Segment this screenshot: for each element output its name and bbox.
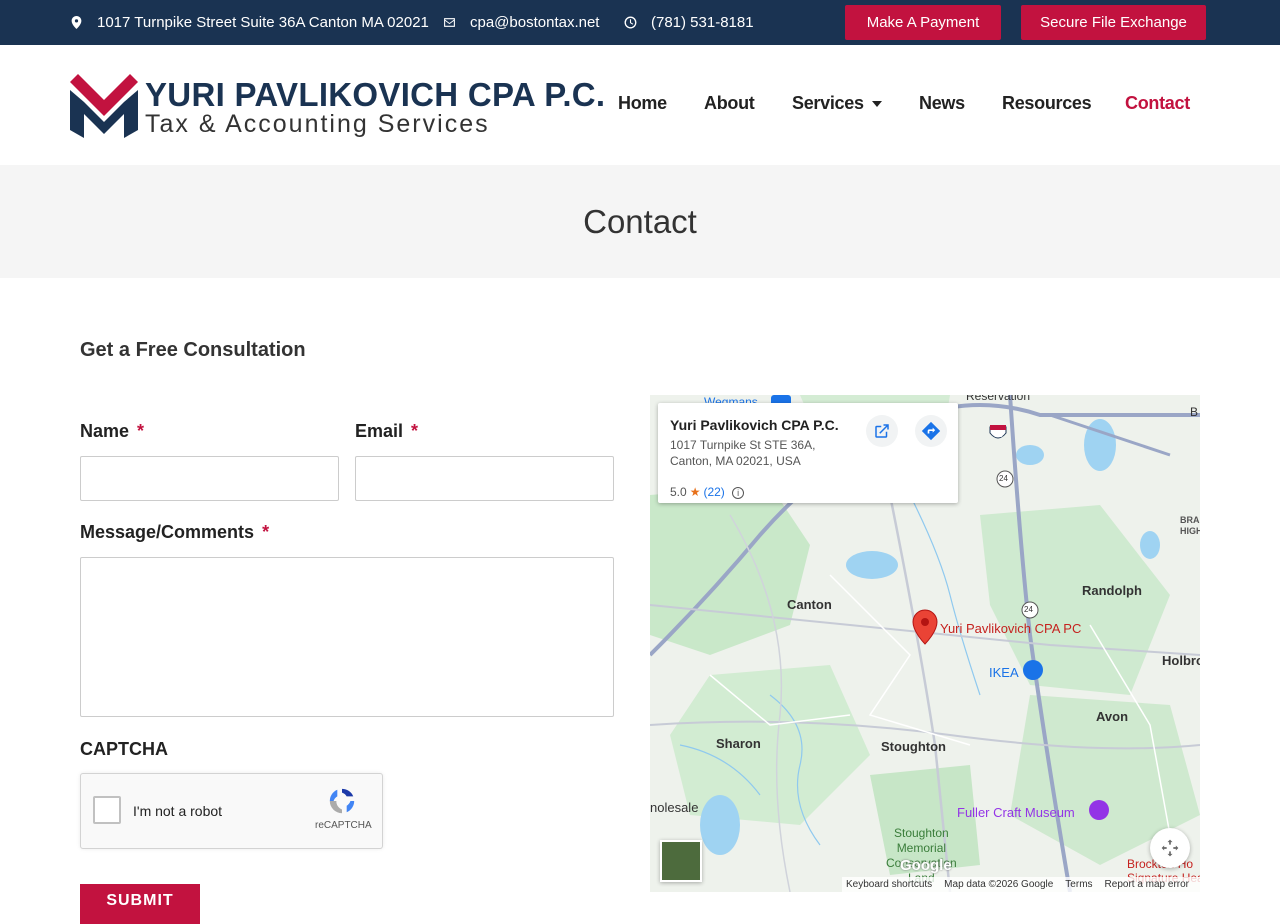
fullscreen-button[interactable] [1150, 828, 1190, 868]
message-textarea[interactable] [80, 557, 614, 717]
email-label-text: Email [355, 421, 404, 441]
email-input[interactable] [355, 456, 614, 501]
secure-file-exchange-button[interactable]: Secure File Exchange [1021, 5, 1206, 40]
form-heading: Get a Free Consultation [80, 339, 306, 361]
fullscreen-icon [1161, 839, 1179, 857]
recaptcha-widget: I'm not a robot reCAPTCHA [80, 773, 383, 849]
review-count-link[interactable]: (22) [703, 485, 724, 499]
map-card-address: 1017 Turnpike St STE 36A, Canton, MA 020… [670, 437, 840, 469]
page-banner: Contact [0, 165, 1280, 278]
google-watermark: Google [900, 857, 952, 874]
name-label: Name * [80, 421, 144, 442]
google-map[interactable]: Wegmans Reservation B Canton Randolph Ho… [650, 395, 1200, 892]
logo-subtitle: Tax & Accounting Services [145, 110, 490, 138]
nav-news[interactable]: News [919, 93, 965, 114]
phone-info[interactable]: (781) 531-8181 [624, 0, 754, 45]
map-footer: Keyboard shortcuts Map data ©2026 Google… [842, 877, 1200, 892]
map-place-fuller[interactable]: Fuller Craft Museum [957, 805, 1075, 820]
map-card-address-line1: 1017 Turnpike St STE 36A, [670, 438, 816, 452]
map-place-sharon: Sharon [716, 736, 761, 751]
clock-icon [624, 16, 637, 29]
make-payment-button[interactable]: Make A Payment [845, 5, 1001, 40]
external-link-icon [875, 424, 889, 438]
phone-link[interactable]: (781) 531-8181 [651, 14, 754, 31]
email-link[interactable]: cpa@bostontax.net [470, 14, 599, 31]
terms-link[interactable]: Terms [1065, 879, 1092, 890]
map-card-rating: 5.0 ★ (22) i [670, 485, 745, 499]
logo-mark-icon [70, 74, 138, 138]
route-93-label: 93 [994, 430, 1003, 439]
email-info[interactable]: cpa@bostontax.net [443, 0, 599, 45]
nav-about[interactable]: About [704, 93, 755, 114]
map-place-holbrook: Holbro [1162, 653, 1200, 668]
logo-title: YURI PAVLIKOVICH CPA P.C. [145, 76, 606, 113]
directions-button[interactable] [915, 415, 947, 447]
site-logo[interactable]: YURI PAVLIKOVICH CPA P.C. Tax & Accounti… [70, 70, 605, 140]
message-label: Message/Comments * [80, 522, 269, 543]
star-icon: ★ [689, 485, 701, 499]
recaptcha-checkbox[interactable] [93, 796, 121, 824]
captcha-label: CAPTCHA [80, 739, 168, 759]
map-place-canton: Canton [787, 597, 832, 612]
nav-home[interactable]: Home [618, 93, 667, 114]
report-error-link[interactable]: Report a map error [1105, 879, 1189, 890]
route-24-label: 24 [999, 474, 1008, 483]
keyboard-shortcuts-link[interactable]: Keyboard shortcuts [846, 879, 932, 890]
map-place-reservation: Reservation [966, 395, 1031, 403]
top-bar: 1017 Turnpike Street Suite 36A Canton MA… [0, 0, 1280, 45]
map-place-randolph: Randolph [1082, 583, 1142, 598]
name-label-text: Name [80, 421, 130, 441]
required-mark: * [137, 421, 145, 441]
site-header: YURI PAVLIKOVICH CPA P.C. Tax & Accounti… [0, 45, 1280, 165]
address-info: 1017 Turnpike Street Suite 36A Canton MA… [70, 0, 429, 45]
recaptcha-logo-icon [329, 788, 355, 814]
submit-button[interactable]: SUBMIT [80, 884, 200, 924]
nav-resources[interactable]: Resources [1002, 93, 1092, 114]
email-label: Email * [355, 421, 418, 442]
map-pin-label[interactable]: Yuri Pavlikovich CPA PC [940, 621, 1081, 636]
map-card-address-line2: Canton, MA 02021, USA [670, 454, 801, 468]
caret-down-icon [872, 101, 883, 108]
name-input[interactable] [80, 456, 339, 501]
message-label-text: Message/Comments [80, 522, 255, 542]
map-place-stoughton: Stoughton [881, 739, 946, 754]
map-layer-toggle[interactable] [660, 840, 702, 882]
envelope-icon [444, 18, 455, 27]
map-place-wholesale: nolesale [650, 800, 699, 815]
info-icon[interactable]: i [732, 487, 745, 499]
open-in-maps-button[interactable] [866, 415, 898, 447]
required-mark: * [262, 522, 270, 542]
map-place-braintree: BRAIN HIGHL [1180, 515, 1200, 536]
nav-contact[interactable]: Contact [1125, 93, 1190, 114]
map-card-title: Yuri Pavlikovich CPA P.C. [670, 417, 839, 433]
address-text: 1017 Turnpike Street Suite 36A Canton MA… [97, 14, 429, 31]
map-place-ikea[interactable]: IKEA [989, 665, 1019, 680]
map-data-text: Map data ©2026 Google [944, 879, 1054, 890]
nav-services[interactable]: Services [792, 93, 883, 114]
route-24-label-2: 24 [1024, 605, 1033, 614]
rating-value: 5.0 [670, 485, 687, 499]
recaptcha-brand: reCAPTCHA [315, 820, 372, 831]
map-place-b: B [1190, 405, 1199, 419]
directions-icon [921, 421, 941, 441]
page-title: Contact [583, 203, 697, 240]
map-marker-icon [71, 16, 82, 29]
map-info-card: Yuri Pavlikovich CPA P.C. 1017 Turnpike … [658, 403, 958, 503]
map-place-avon: Avon [1096, 709, 1129, 724]
nav-services-label: Services [792, 93, 864, 113]
required-mark: * [411, 421, 419, 441]
recaptcha-text: I'm not a robot [133, 803, 223, 819]
